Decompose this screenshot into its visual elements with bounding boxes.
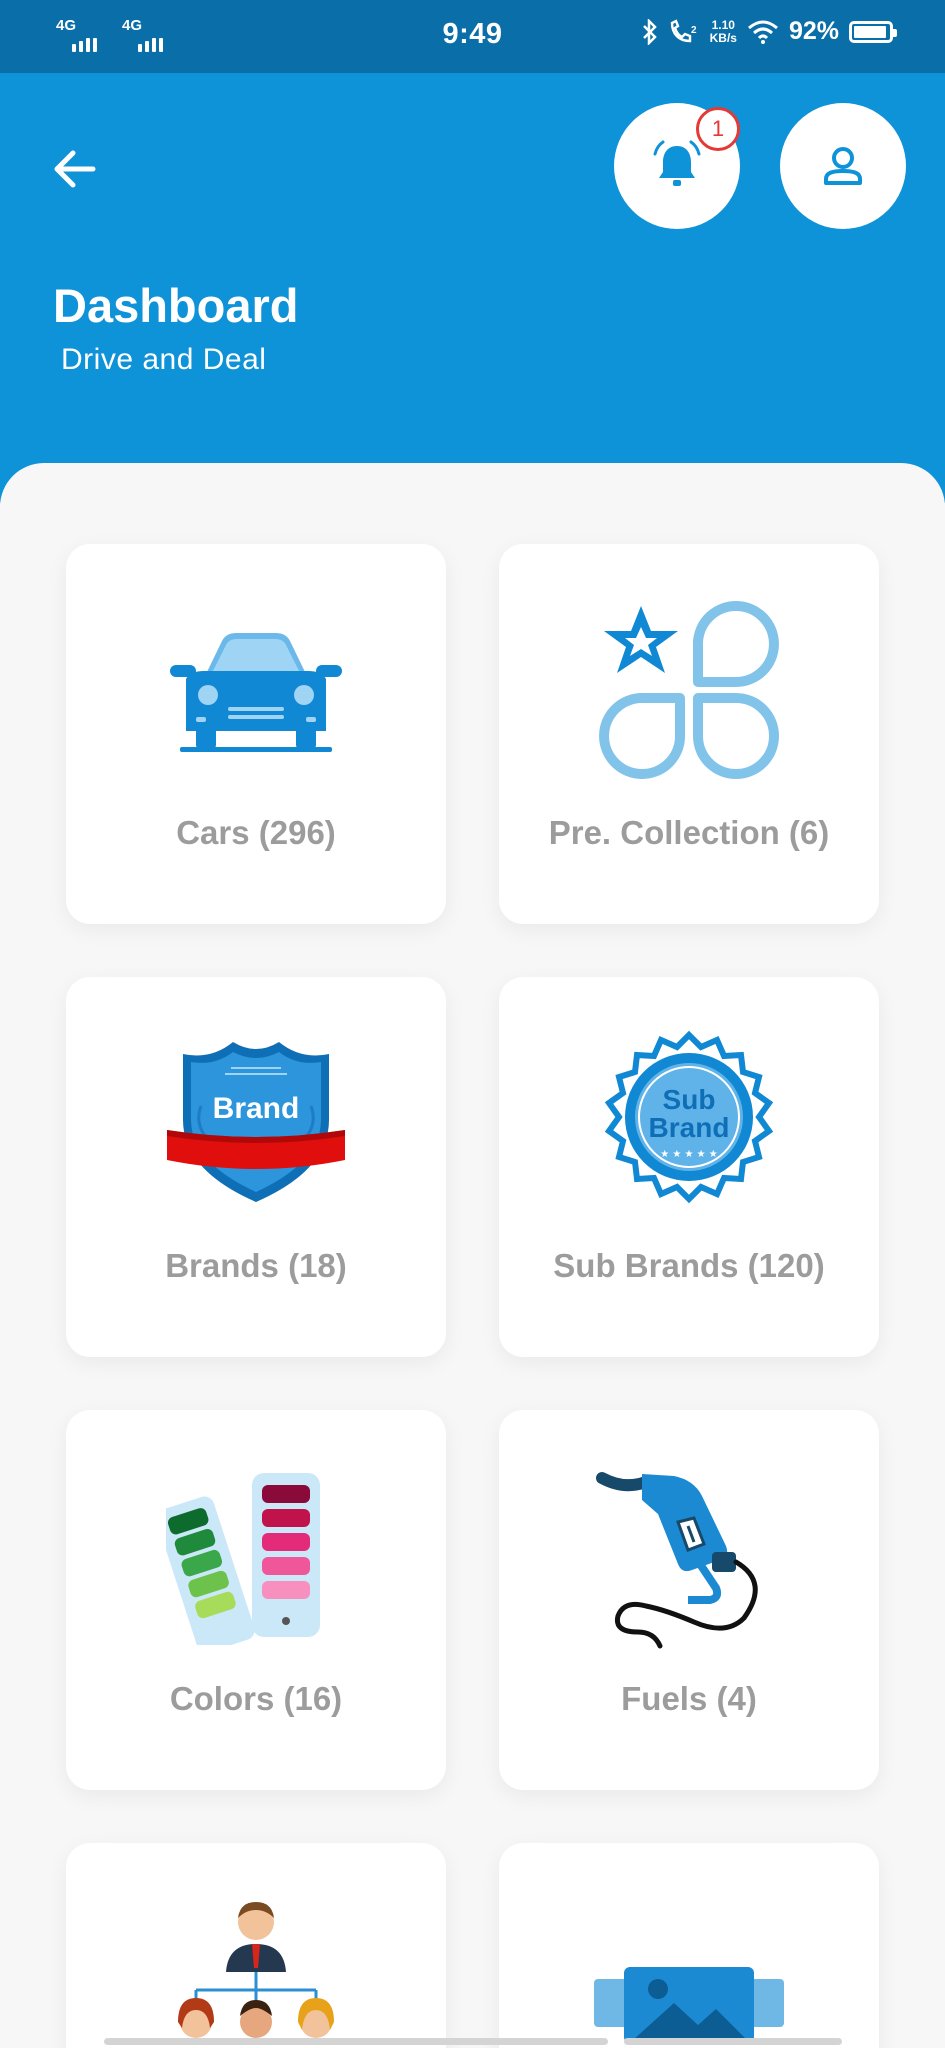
battery-icon bbox=[849, 20, 897, 43]
wifi-icon bbox=[747, 20, 778, 44]
notification-badge: 1 bbox=[696, 107, 740, 151]
gallery-card[interactable] bbox=[499, 1843, 879, 2048]
card-label: Sub Brands (120) bbox=[553, 1247, 825, 1284]
network-speed: 1.10 KB/s bbox=[709, 17, 737, 45]
collection-icon bbox=[599, 601, 779, 779]
card-label: Pre. Collection (6) bbox=[548, 814, 830, 851]
pre-collection-card[interactable]: Pre. Collection (6) bbox=[499, 544, 879, 924]
svg-text:Brand: Brand bbox=[649, 1112, 730, 1143]
gallery-image-icon bbox=[594, 1967, 784, 2043]
page-title: Dashboard bbox=[53, 279, 299, 332]
team-card[interactable] bbox=[66, 1843, 446, 2048]
notifications-button[interactable]: 1 bbox=[614, 103, 740, 229]
svg-text:Brand: Brand bbox=[213, 1092, 300, 1125]
svg-text:Sub: Sub bbox=[663, 1084, 716, 1115]
sub-brands-card[interactable]: Sub Brand ★ ★ ★ ★ ★ Sub Brands (120) bbox=[499, 977, 879, 1357]
colors-card[interactable]: Colors (16) bbox=[66, 1410, 446, 1790]
back-arrow-icon bbox=[54, 150, 96, 188]
fuel-nozzle-icon bbox=[596, 1472, 758, 1649]
app-header: 1 Dashboard Drive and Deal bbox=[0, 73, 945, 503]
card-label: Colors (16) bbox=[169, 1680, 343, 1717]
profile-button[interactable] bbox=[780, 103, 906, 229]
svg-text:★ ★ ★ ★ ★: ★ ★ ★ ★ ★ bbox=[660, 1149, 718, 1160]
brands-card[interactable]: Brand Brands (18) bbox=[66, 977, 446, 1357]
card-label: Fuels (4) bbox=[621, 1680, 757, 1717]
wifi-call-icon: 2 bbox=[670, 18, 697, 42]
battery-percent: 92% bbox=[788, 17, 839, 45]
fuels-card[interactable]: Fuels (4) bbox=[499, 1410, 879, 1790]
cars-card[interactable]: Cars (296) bbox=[66, 544, 446, 924]
page-subtitle: Drive and Deal bbox=[61, 343, 267, 376]
bell-icon bbox=[653, 140, 701, 186]
sub-brand-seal-icon: Sub Brand ★ ★ ★ ★ ★ bbox=[604, 1030, 774, 1204]
brand-badge-icon: Brand bbox=[167, 1042, 345, 1202]
back-button[interactable] bbox=[42, 137, 106, 201]
card-label: Brands (18) bbox=[165, 1247, 347, 1284]
gesture-bar bbox=[104, 2038, 608, 2045]
card-label: Cars (296) bbox=[176, 814, 336, 851]
status-bar: 4G 4G 9:49 2 1.10 KB/s 92% bbox=[0, 0, 945, 73]
svg-text:2: 2 bbox=[691, 25, 697, 36]
gesture-bar-secondary bbox=[624, 2038, 842, 2045]
color-palette-icon bbox=[166, 1473, 320, 1645]
team-hierarchy-icon bbox=[178, 1902, 334, 2038]
profile-icon bbox=[824, 147, 862, 185]
status-icons: 2 1.10 KB/s 92% bbox=[642, 17, 897, 46]
bluetooth-icon bbox=[642, 18, 657, 45]
car-icon bbox=[170, 633, 342, 752]
